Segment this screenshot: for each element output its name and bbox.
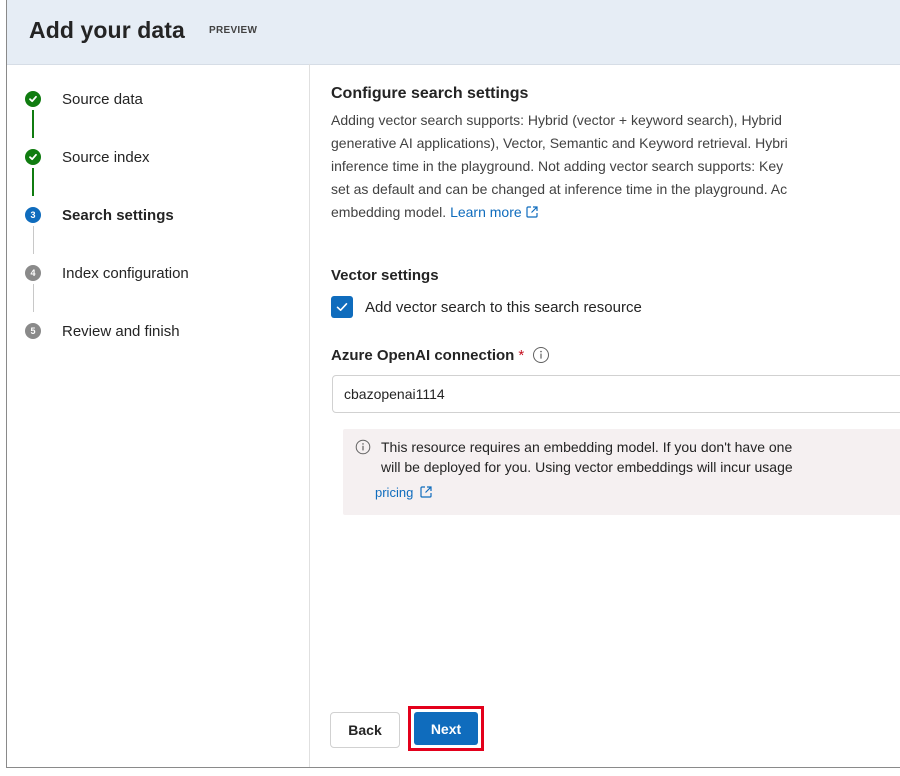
embedding-info-message: This resource requires an embedding mode… xyxy=(343,429,900,515)
open-external-icon xyxy=(420,486,432,498)
step-label: Source index xyxy=(62,148,150,166)
description-line: set as default and can be changed at inf… xyxy=(331,181,788,197)
description-line: embedding model. Learn more xyxy=(331,201,891,224)
step-label: Source data xyxy=(62,90,143,108)
step-number-icon: 5 xyxy=(25,323,41,339)
preview-badge: PREVIEW xyxy=(209,25,258,36)
dialog-header: Add your data PREVIEW xyxy=(7,0,900,65)
dialog-title: Add your data xyxy=(29,17,185,43)
vector-search-checkbox-row[interactable]: Add vector search to this search resourc… xyxy=(331,296,642,318)
section-title: Configure search settings xyxy=(331,85,529,102)
checkmark-circle-icon xyxy=(25,91,41,107)
step-label: Review and finish xyxy=(62,322,180,340)
learn-more-label: Learn more xyxy=(450,204,522,220)
description-line: inference time in the playground. Not ad… xyxy=(331,158,784,174)
step-source-index[interactable]: Source index xyxy=(25,146,150,168)
back-button[interactable]: Back xyxy=(330,712,400,748)
next-button[interactable]: Next xyxy=(414,712,478,745)
description-tail: embedding model. xyxy=(331,204,447,220)
step-label: Search settings xyxy=(62,206,174,224)
info-icon[interactable] xyxy=(532,346,550,364)
message-line: will be deployed for you. Using vector e… xyxy=(381,459,793,475)
section-description: Adding vector search supports: Hybrid (v… xyxy=(331,109,891,224)
step-connector xyxy=(32,284,34,312)
step-index-configuration[interactable]: 4 Index configuration xyxy=(25,262,189,284)
message-line: This resource requires an embedding mode… xyxy=(381,439,793,455)
step-number-icon: 4 xyxy=(25,265,41,281)
step-source-data[interactable]: Source data xyxy=(25,88,143,110)
step-number-icon: 3 xyxy=(25,207,41,223)
learn-more-link[interactable]: Learn more xyxy=(450,204,539,220)
azure-openai-connection-dropdown[interactable]: cbazopenai1114 xyxy=(332,375,900,413)
checkmark-icon xyxy=(336,303,348,311)
connection-label: Azure OpenAI connection * xyxy=(331,346,550,364)
connection-label-text: Azure OpenAI connection xyxy=(331,346,515,364)
checkbox-label: Add vector search to this search resourc… xyxy=(365,298,642,316)
description-line: generative AI applications), Vector, Sem… xyxy=(331,135,788,151)
open-external-icon xyxy=(526,206,538,218)
pricing-link[interactable]: pricing xyxy=(375,485,433,500)
required-asterisk: * xyxy=(518,346,525,364)
next-button-highlight: Next xyxy=(408,706,484,751)
pricing-label: pricing xyxy=(375,485,414,500)
step-connector xyxy=(32,168,34,196)
dialog-frame: Add your data PREVIEW Source data Source… xyxy=(6,0,900,768)
step-label: Index configuration xyxy=(62,264,189,282)
step-connector xyxy=(32,226,34,254)
main-panel: Configure search settings Adding vector … xyxy=(331,85,900,515)
panel-divider xyxy=(309,64,310,767)
vector-search-checkbox[interactable] xyxy=(331,296,353,318)
step-connector xyxy=(32,110,34,138)
checkmark-circle-icon xyxy=(25,149,41,165)
step-review-and-finish[interactable]: 5 Review and finish xyxy=(25,320,180,342)
info-icon xyxy=(355,439,371,455)
description-line: Adding vector search supports: Hybrid (v… xyxy=(331,112,782,128)
message-text: This resource requires an embedding mode… xyxy=(381,437,793,477)
step-search-settings[interactable]: 3 Search settings xyxy=(25,204,174,226)
vector-settings-title: Vector settings xyxy=(331,267,439,284)
